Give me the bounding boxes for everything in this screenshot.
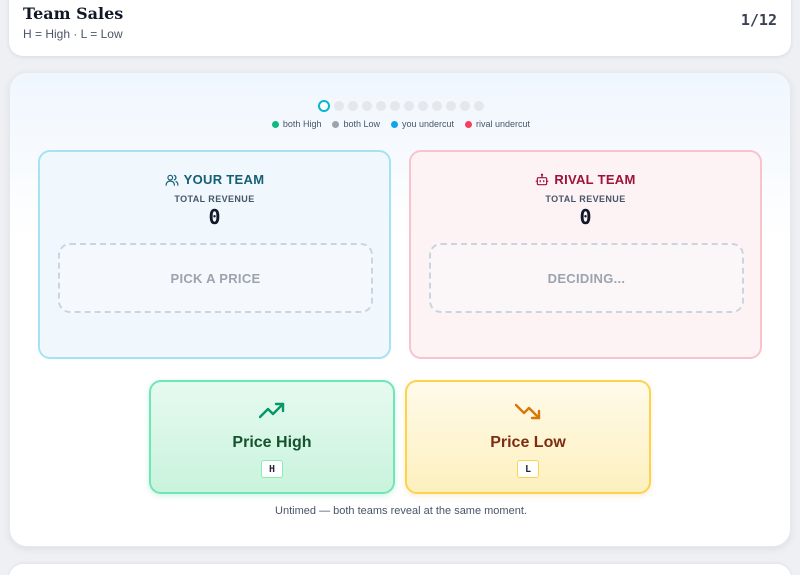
rival-revenue-label: TOTAL REVENUE [545,194,626,204]
next-card-edge [9,564,791,575]
legend-swatch [390,120,398,128]
price-high-button[interactable]: Price High H [149,380,395,494]
legend-item-both-high: both High [271,119,322,129]
round-dot [404,101,414,111]
round-dot-current [318,100,330,112]
legend-swatch [332,120,340,128]
round-dot [460,101,470,111]
your-revenue-value: 0 [208,205,221,229]
round-dot [432,101,442,111]
rival-revenue-value: 0 [579,205,592,229]
rival-team-panel: RIVAL TEAM TOTAL REVENUE 0 DECIDING... [409,150,762,359]
trending-up-icon [151,402,393,420]
legend-label: both Low [343,119,380,129]
round-dot [376,101,386,111]
price-low-button[interactable]: Price Low L [405,380,651,494]
your-team-panel: YOUR TEAM TOTAL REVENUE 0 PICK A PRICE [38,150,391,359]
shortcut-key-l: L [517,460,539,478]
footnote: Untimed — both teams reveal at the same … [275,505,527,517]
legend-label: rival undercut [476,119,531,129]
round-dot [348,101,358,111]
rival-team-title: RIVAL TEAM [554,172,636,187]
game-card: both High both Low you undercut rival un… [9,72,791,547]
legend-item-rival-undercut: rival undercut [465,119,530,129]
page-title: Team Sales [23,4,124,23]
round-progress-dots [10,100,792,112]
your-team-title: YOUR TEAM [183,172,265,187]
your-choice-slot: PICK A PRICE [58,243,373,313]
legend-swatch [465,120,473,128]
round-dot [390,101,400,111]
legend-item-you-undercut: you undercut [390,119,455,129]
round-dot [418,101,428,111]
round-dot [362,101,372,111]
trending-down-icon [407,402,649,420]
price-low-label: Price Low [490,434,566,451]
legend-label: both High [282,119,322,129]
round-counter: 1/12 [740,11,777,29]
legend-swatch [271,120,279,128]
rival-team-header: RIVAL TEAM [411,172,760,187]
round-dot [474,101,484,111]
your-team-header: YOUR TEAM [40,172,389,187]
legend-label: you undercut [401,119,455,129]
round-dot [334,101,344,111]
rival-choice-slot: DECIDING... [429,243,744,313]
shortcut-key-h: H [261,460,283,478]
price-high-label: Price High [232,434,312,451]
legend-item-both-low: both Low [332,119,380,129]
legend: both High both Low you undercut rival un… [10,119,792,129]
header-card: Team Sales H = High · L = Low 1/12 [9,0,791,56]
robot-icon [535,173,549,187]
round-dot [446,101,456,111]
your-revenue-label: TOTAL REVENUE [174,194,255,204]
key-hint: H = High · L = Low [23,27,123,41]
users-icon [165,173,179,187]
